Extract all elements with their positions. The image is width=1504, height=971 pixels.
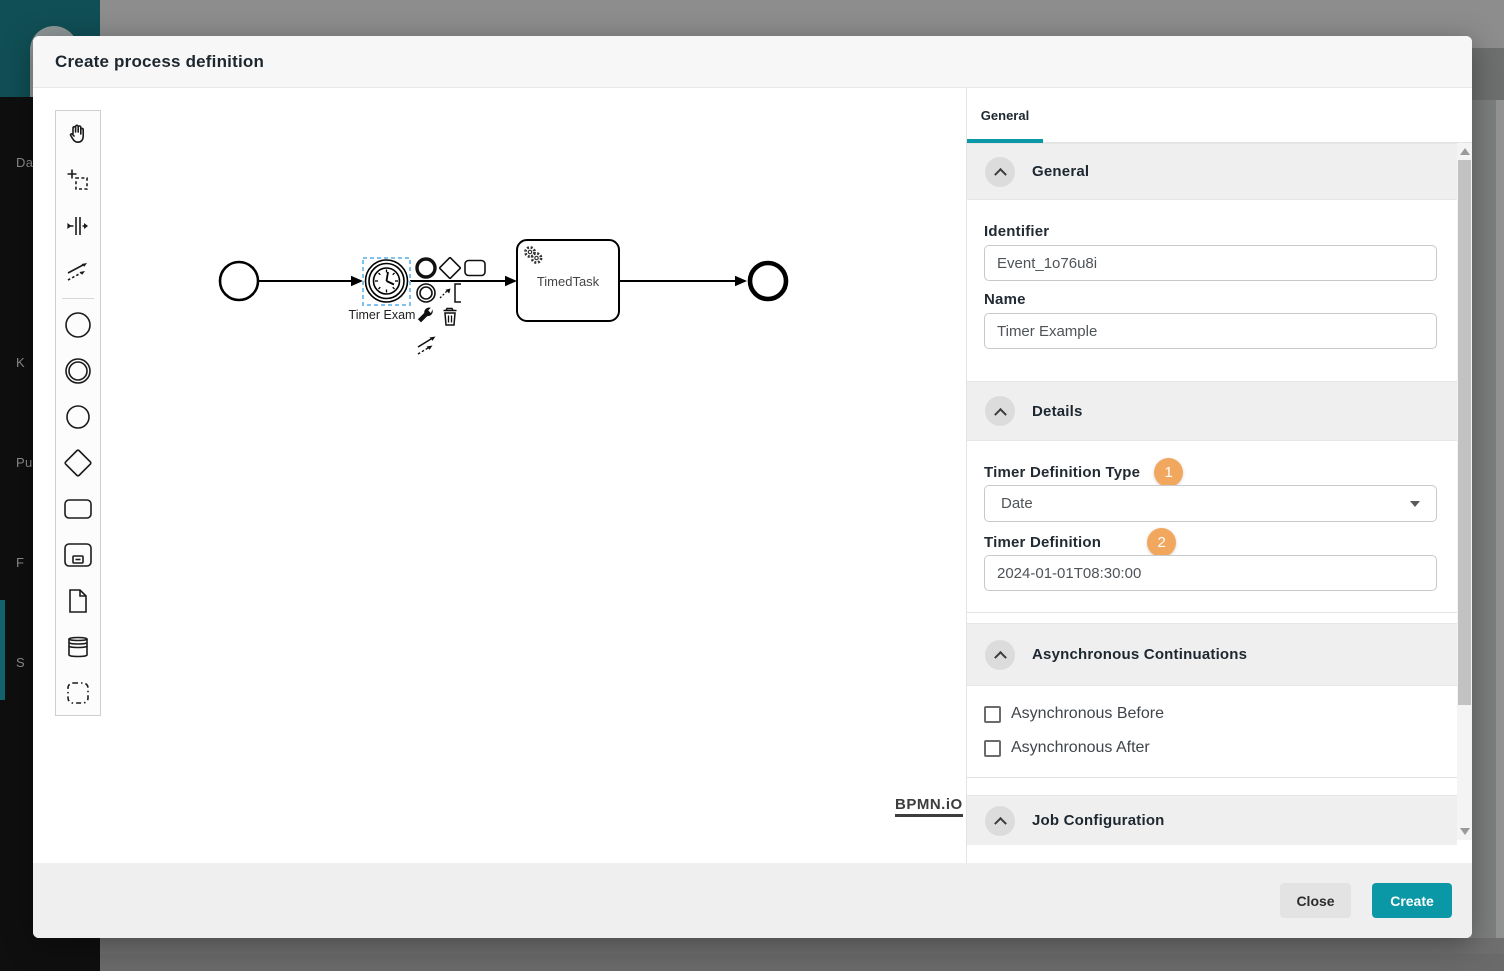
sidebar-item-k[interactable]: K <box>16 355 25 370</box>
asynchronous-before-label: Asynchronous Before <box>1011 705 1164 723</box>
timer-event[interactable] <box>366 260 408 302</box>
context-pad[interactable] <box>417 257 485 354</box>
chevron-down-icon <box>1410 501 1420 507</box>
chevron-up-icon <box>994 817 1007 830</box>
wrench-icon <box>418 308 433 323</box>
collapse-details-button[interactable] <box>985 396 1015 426</box>
page-scrollbar[interactable] <box>1496 100 1504 938</box>
section-job-title: Job Configuration <box>1032 812 1165 829</box>
sidebar-item-f[interactable]: F <box>16 555 24 570</box>
bpmn-io-watermark[interactable]: BPMN.iO <box>895 796 963 817</box>
task-label: TimedTask <box>537 274 600 289</box>
section-details-title: Details <box>1032 403 1083 420</box>
connect-icon <box>418 337 436 355</box>
modal-title: Create process definition <box>55 52 264 72</box>
timer-definition-type-select[interactable]: Date <box>984 485 1437 522</box>
timer-def-label-row: Timer Definition 2 <box>984 528 1176 557</box>
timer-definition-type-label: Timer Definition Type <box>984 464 1140 481</box>
asynchronous-before-checkbox[interactable] <box>984 706 1001 723</box>
timer-definition-input[interactable] <box>984 555 1437 591</box>
scrollbar-thumb[interactable] <box>1458 160 1471 705</box>
step-2-badge: 2 <box>1147 528 1176 557</box>
name-label: Name <box>984 291 1026 308</box>
create-button[interactable]: Create <box>1372 883 1452 918</box>
sequence-flow-3 <box>619 276 747 286</box>
section-async-header[interactable]: Asynchronous Continuations <box>967 623 1457 686</box>
panel-scroll-area: General Identifier Name Details Timer De… <box>967 143 1472 845</box>
panel-scrollbar[interactable] <box>1457 143 1472 840</box>
collapse-job-button[interactable] <box>985 806 1015 836</box>
timer-definition-label: Timer Definition <box>984 534 1101 551</box>
section-details-header[interactable]: Details <box>967 381 1457 441</box>
timer-definition-type-value: Date <box>1001 495 1033 512</box>
async-after-row: Asynchronous After <box>984 739 1150 757</box>
sidebar-item-s[interactable]: S <box>16 655 25 670</box>
bpmn-diagram: Timer Exam <box>33 88 966 863</box>
section-general-title: General <box>1032 163 1089 180</box>
chevron-up-icon <box>994 168 1007 181</box>
section-divider <box>967 777 1457 778</box>
section-async-title: Asynchronous Continuations <box>1032 646 1247 663</box>
asynchronous-after-label: Asynchronous After <box>1011 739 1150 757</box>
scroll-up-arrow-icon[interactable] <box>1460 148 1470 155</box>
timer-event-label: Timer Exam <box>349 308 416 322</box>
section-job-header[interactable]: Job Configuration <box>967 795 1457 845</box>
name-input[interactable] <box>984 313 1437 349</box>
bpmn-canvas[interactable]: Timer Exam <box>33 88 966 863</box>
collapse-async-button[interactable] <box>985 640 1015 670</box>
sequence-flow-1 <box>259 276 363 286</box>
close-button[interactable]: Close <box>1280 883 1351 918</box>
panel-tabbar: General <box>967 88 1472 143</box>
underlay-header-band <box>1472 48 1504 100</box>
underlay-bottom-shade <box>100 954 1504 971</box>
identifier-input[interactable] <box>984 245 1437 281</box>
service-task[interactable]: TimedTask <box>517 240 619 321</box>
async-before-row: Asynchronous Before <box>984 705 1164 723</box>
section-general-header[interactable]: General <box>967 143 1457 200</box>
tab-general[interactable]: General <box>967 88 1043 143</box>
timer-type-label-row: Timer Definition Type 1 <box>984 458 1183 487</box>
step-1-badge: 1 <box>1154 458 1183 487</box>
end-event[interactable] <box>750 263 786 299</box>
section-divider <box>967 612 1457 613</box>
append-text-annotation-icon <box>440 284 461 302</box>
chevron-up-icon <box>994 651 1007 664</box>
append-task-icon <box>465 261 485 276</box>
delete-icon <box>444 309 457 326</box>
append-gateway-icon <box>439 257 460 278</box>
create-process-definition-modal: Create process definition <box>33 36 1472 938</box>
sidebar-item-da[interactable]: Da <box>16 155 33 170</box>
scroll-down-arrow-icon[interactable] <box>1460 828 1470 835</box>
modal-header: Create process definition <box>33 36 1472 88</box>
identifier-label: Identifier <box>984 223 1049 240</box>
modal-body: Timer Exam <box>33 88 1472 863</box>
collapse-general-button[interactable] <box>985 157 1015 187</box>
sidebar-active-indicator <box>0 600 5 700</box>
start-event[interactable] <box>220 262 258 300</box>
properties-panel: General General Identifier Name Details <box>966 88 1472 863</box>
modal-footer: Close Create <box>33 863 1472 938</box>
chevron-up-icon <box>994 407 1007 420</box>
tab-general-label: General <box>981 108 1029 123</box>
append-end-event-icon <box>417 259 435 277</box>
asynchronous-after-checkbox[interactable] <box>984 740 1001 757</box>
